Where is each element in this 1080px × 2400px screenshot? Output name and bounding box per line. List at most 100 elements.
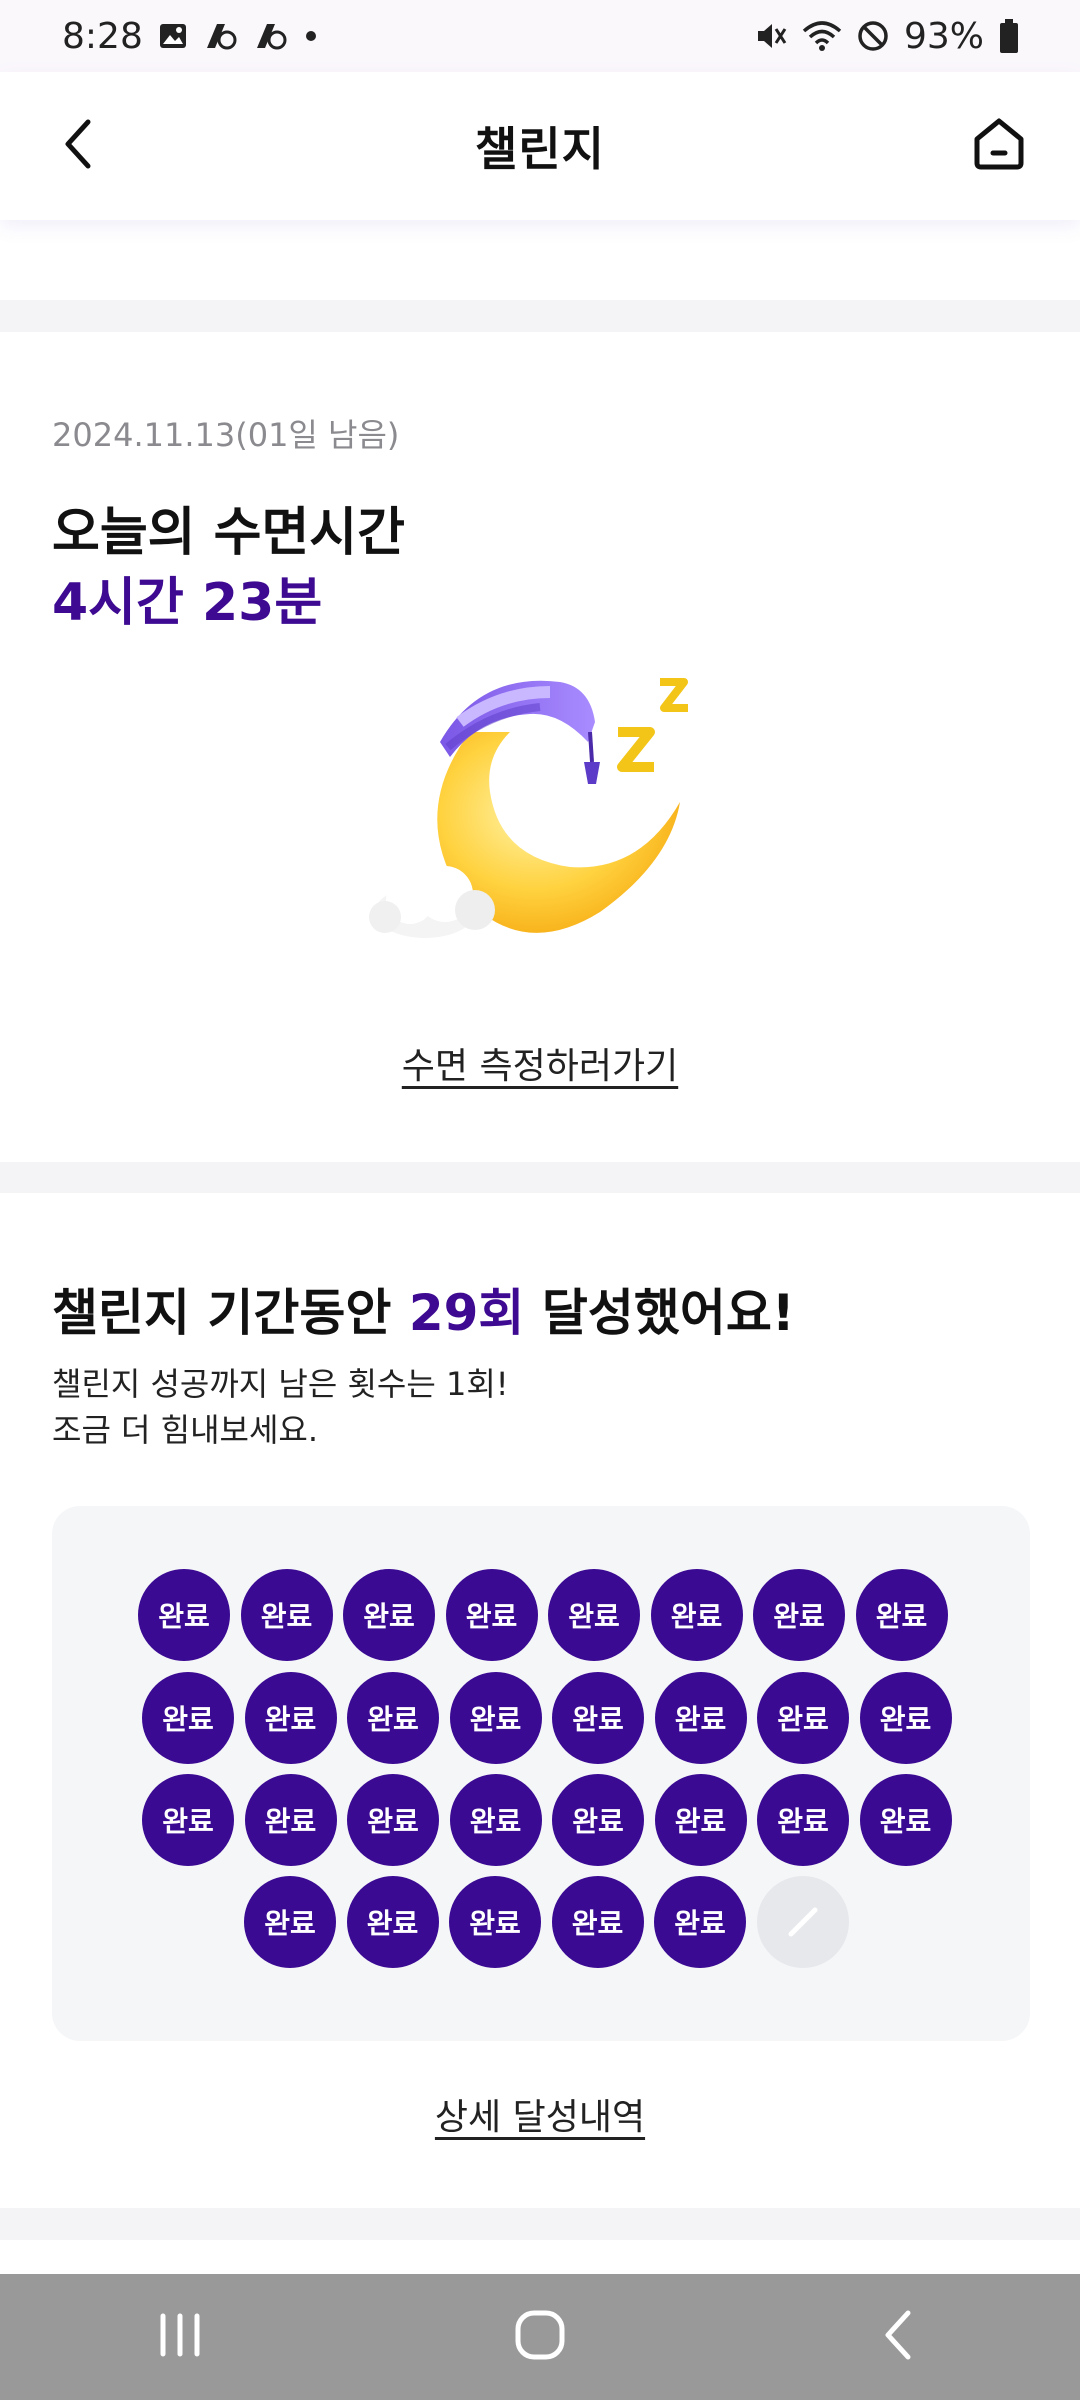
stamp-completed: 완료 <box>650 1569 743 1661</box>
stamp-label: 완료 <box>674 1907 726 1940</box>
stamp-label: 완료 <box>260 1600 313 1633</box>
back-icon <box>880 2307 920 2367</box>
page-title: 챌린지 <box>475 122 605 176</box>
stamp-label: 완료 <box>469 1805 522 1838</box>
sleep-card: 2024.11.13(01일 남음) 오늘의 수면시간 4시간 23분 수면 측… <box>0 332 1080 1162</box>
stamp-completed: 완료 <box>757 1774 849 1866</box>
app-icon <box>203 20 239 52</box>
challenge-card: 챌린지 기간동안 29회 달성했어요! 챌린지 성공까지 남은 횟수는 1회! … <box>0 1193 1080 2208</box>
stamp-completed: 완료 <box>551 1876 644 1968</box>
stamp-completed: 완료 <box>244 1876 336 1968</box>
stamp-label: 완료 <box>571 1907 624 1940</box>
home-icon <box>969 113 1029 177</box>
status-bar: 8:28 93% <box>0 0 1080 72</box>
stamp-label: 완료 <box>670 1600 723 1633</box>
stamp-label: 완료 <box>879 1703 932 1736</box>
slash-icon <box>788 1907 817 1937</box>
sleeping-moon-illustration <box>350 662 730 962</box>
challenge-summary-title: 챌린지 기간동안 29회 달성했어요! <box>52 1273 795 1345</box>
go-measure-sleep-label[interactable]: 수면 측정하러가기 <box>402 1046 678 1087</box>
challenge-date: 2024.11.13(01일 남음) <box>52 416 400 454</box>
stamp-label: 완료 <box>469 1703 522 1736</box>
stamp-completed: 완료 <box>449 1876 541 1968</box>
recents-button[interactable] <box>120 2287 240 2387</box>
sleep-title: 오늘의 수면시간 <box>52 503 405 563</box>
stamp-completed: 완료 <box>240 1569 333 1661</box>
stamp-completed: 완료 <box>347 1672 439 1764</box>
stamp-label: 완료 <box>777 1805 829 1838</box>
stamp-label: 완료 <box>264 1805 317 1838</box>
stamp-label: 완료 <box>162 1703 214 1736</box>
encouragement-text: 조금 더 힘내보세요. <box>52 1411 319 1449</box>
stamp-label: 완료 <box>363 1600 415 1633</box>
stamp-completed: 완료 <box>757 1672 849 1764</box>
stamp-completed: 완료 <box>552 1774 644 1866</box>
stamp-label: 완료 <box>572 1805 624 1838</box>
challenge-title-suffix: 달성했어요! <box>524 1284 795 1342</box>
stamp-completed: 완료 <box>859 1774 952 1866</box>
stamp-completed: 완료 <box>859 1672 952 1764</box>
stamp-label: 완료 <box>773 1600 825 1633</box>
back-nav-button[interactable] <box>840 2287 960 2387</box>
stamp-completed: 완료 <box>244 1672 337 1764</box>
home-nav-button[interactable] <box>480 2287 600 2387</box>
stamp-completed: 완료 <box>343 1569 435 1661</box>
stamp-completed: 완료 <box>654 1774 747 1866</box>
stamp-empty <box>756 1876 849 1968</box>
stamp-completed: 완료 <box>753 1569 845 1661</box>
stamp-label: 완료 <box>572 1703 624 1736</box>
stamp-completed: 완료 <box>552 1672 644 1764</box>
stamp-completed: 완료 <box>346 1876 439 1968</box>
stamp-label: 완료 <box>674 1805 727 1838</box>
stamp-label: 완료 <box>875 1600 928 1633</box>
wifi-icon <box>802 19 842 53</box>
stamp-label: 완료 <box>674 1703 727 1736</box>
system-nav-bar <box>0 2274 1080 2400</box>
stamp-completed: 완료 <box>654 1672 747 1764</box>
go-measure-sleep-link[interactable]: 수면 측정하러가기 <box>0 1037 1080 1089</box>
detail-history-label[interactable]: 상세 달성내역 <box>435 2097 645 2138</box>
sleep-duration: 4시간 23분 <box>52 573 323 633</box>
mute-icon <box>754 19 788 53</box>
challenge-subtitle: 챌린지 성공까지 남은 횟수는 1회! 조금 더 힘내보세요. <box>52 1361 509 1453</box>
dnd-icon <box>856 19 890 53</box>
stamp-label: 완료 <box>158 1600 210 1633</box>
challenge-title-prefix: 챌린지 기간동안 <box>52 1284 409 1342</box>
app-icon <box>253 20 289 52</box>
stamp-completed: 완료 <box>548 1569 640 1661</box>
recents-icon <box>155 2310 205 2364</box>
stamp-label: 완료 <box>568 1600 620 1633</box>
stamp-completed: 완료 <box>142 1672 234 1764</box>
stamp-label: 완료 <box>465 1600 518 1633</box>
stamp-label: 완료 <box>366 1907 419 1940</box>
stamp-label: 완료 <box>367 1805 419 1838</box>
stamp-board: 완료 완료 완료 완료 완료 완료 완료 완료 완료 완료 완료 완료 완료 완료 완료 완료 완료 완료 완료 완료… <box>52 1506 1030 2041</box>
stamp-completed: 완료 <box>142 1774 234 1866</box>
stamp-completed: 완료 <box>138 1569 230 1661</box>
stamp-completed: 완료 <box>347 1774 439 1866</box>
status-time: 8:28 <box>62 15 143 57</box>
battery-percent: 93% <box>903 15 984 57</box>
gallery-icon <box>157 20 189 52</box>
stamp-completed: 완료 <box>654 1876 746 1968</box>
chevron-left-icon <box>58 116 98 176</box>
stamp-label: 완료 <box>367 1703 419 1736</box>
app-bar: 챌린지 <box>0 72 1080 220</box>
detail-history-link[interactable]: 상세 달성내역 <box>0 2088 1080 2140</box>
previous-card-edge <box>0 220 1080 300</box>
stamp-completed: 완료 <box>855 1569 948 1661</box>
stamp-completed: 완료 <box>449 1672 542 1764</box>
stamp-label: 완료 <box>264 1907 316 1940</box>
stamp-completed: 완료 <box>445 1569 538 1661</box>
stamp-label: 완료 <box>264 1703 317 1736</box>
remaining-count-text: 챌린지 성공까지 남은 횟수는 1회! <box>52 1365 509 1403</box>
home-button[interactable] <box>966 112 1032 178</box>
stamp-completed: 완료 <box>449 1774 542 1866</box>
stamp-label: 완료 <box>162 1805 214 1838</box>
stamp-completed: 완료 <box>244 1774 337 1866</box>
battery-icon <box>998 18 1020 54</box>
back-button[interactable] <box>48 116 108 176</box>
challenge-count: 29회 <box>408 1284 525 1342</box>
stamp-label: 완료 <box>879 1805 932 1838</box>
stamp-label: 완료 <box>469 1907 521 1940</box>
